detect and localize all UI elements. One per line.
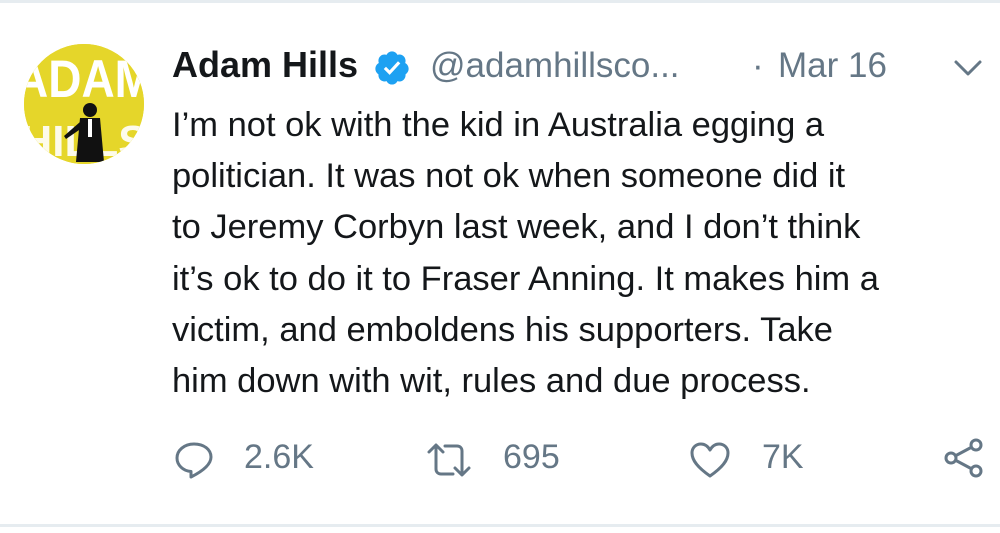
tweet-text-line: to Jeremy Corbyn last week, and I don’t … (172, 208, 861, 247)
chevron-down-icon[interactable] (952, 56, 984, 80)
top-divider (0, 0, 1000, 3)
tweet-text: I’m not ok with the kid in Australia egg… (172, 100, 987, 407)
tweet-date[interactable]: Mar 16 (778, 46, 887, 86)
retweet-icon (427, 443, 471, 477)
like-count: 7K (762, 438, 804, 476)
share-icon (944, 438, 983, 478)
tweet-text-line: it’s ok to do it to Fraser Anning. It ma… (172, 259, 879, 298)
heart-icon (690, 442, 730, 478)
svg-text:ADAM: ADAM (24, 49, 144, 109)
tweet-text-line: victim, and emboldens his supporters. Ta… (172, 310, 833, 349)
tweet-actions: 2.6K 695 7K (0, 432, 1000, 492)
tweet-text-line: I’m not ok with the kid in Australia egg… (172, 106, 825, 144)
retweet-count: 695 (503, 438, 560, 476)
verified-badge-icon (375, 51, 409, 85)
avatar[interactable]: ADAM HILLS (24, 44, 144, 164)
avatar-image: ADAM HILLS (24, 44, 144, 164)
tweet-text-line: politician. It was not ok when someone d… (172, 157, 846, 196)
separator-dot: · (752, 46, 764, 85)
reply-icon (175, 442, 213, 479)
bottom-divider (0, 524, 1000, 527)
author-display-name[interactable]: Adam Hills (172, 44, 358, 86)
reply-count: 2.6K (244, 438, 314, 476)
tweet-text-line: him down with wit, rules and due process… (172, 362, 811, 401)
author-handle[interactable]: @adamhillsco... (430, 46, 680, 86)
tweet-header: Adam Hills @adamhillsco... · Mar 16 (172, 42, 982, 92)
